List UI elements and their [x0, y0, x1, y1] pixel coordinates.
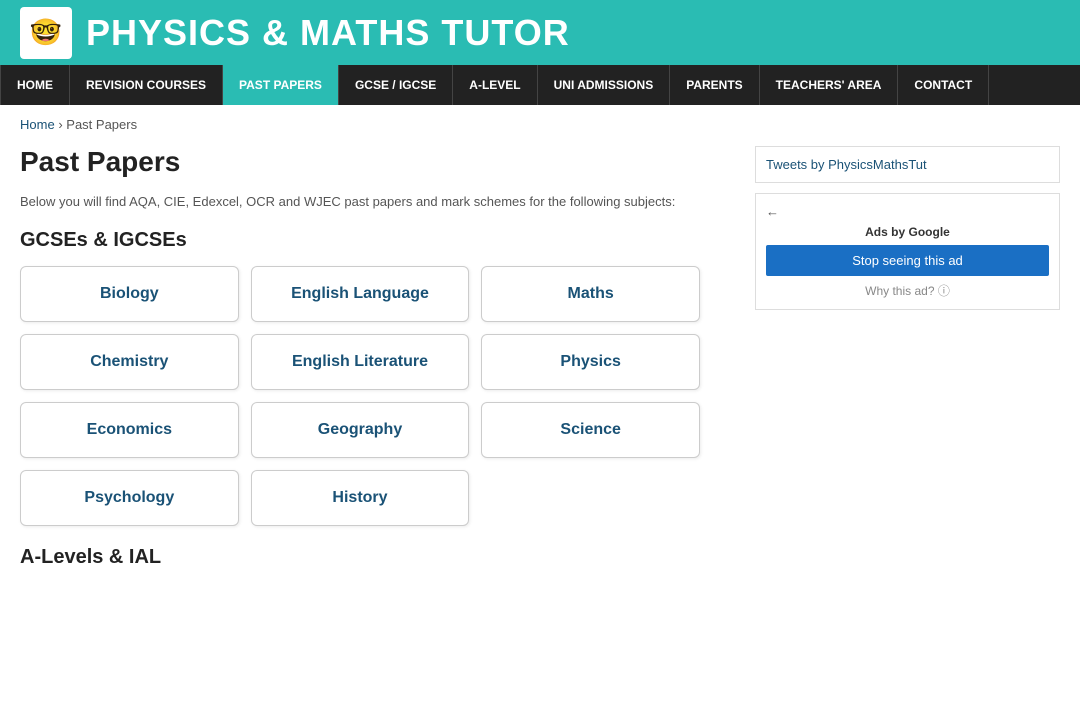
breadcrumb-separator: › [58, 117, 62, 132]
subject-english-language[interactable]: English Language [251, 266, 470, 322]
ad-label: Ads by Google [766, 225, 1049, 239]
ad-box: ← Ads by Google Stop seeing this ad Why … [755, 193, 1060, 310]
ad-label-text: Ads by [865, 225, 905, 239]
tweets-label: Tweets by PhysicsMathsTut [766, 157, 927, 172]
ad-why[interactable]: Why this ad? ⓘ [766, 282, 1049, 299]
subject-maths[interactable]: Maths [481, 266, 700, 322]
nav-contact[interactable]: CONTACT [898, 65, 989, 105]
nav-parents[interactable]: PARENTS [670, 65, 759, 105]
nav-teachers-area[interactable]: TEACHERS' AREA [760, 65, 899, 105]
nav-revision-courses[interactable]: REVISION COURSES [70, 65, 223, 105]
subject-history[interactable]: History [251, 470, 470, 526]
logo-emoji: 🤓 [30, 17, 62, 48]
alevels-section-heading: A-Levels & IAL [20, 546, 735, 569]
gcse-subject-grid: Biology English Language Maths Chemistry… [20, 266, 700, 526]
page-description: Below you will find AQA, CIE, Edexcel, O… [20, 194, 735, 209]
content-area: Past Papers Below you will find AQA, CIE… [20, 146, 735, 569]
site-header: 🤓 PHYSICS & MATHS TUTOR [0, 0, 1080, 65]
nav-gcse[interactable]: GCSE / IGCSE [339, 65, 453, 105]
tweets-box: Tweets by PhysicsMathsTut [755, 146, 1060, 183]
ad-stop-button[interactable]: Stop seeing this ad [766, 245, 1049, 276]
subject-physics[interactable]: Physics [481, 334, 700, 390]
breadcrumb: Home › Past Papers [0, 105, 1080, 136]
nav-past-papers[interactable]: PAST PAPERS [223, 65, 339, 105]
nav-uni-admissions[interactable]: UNI ADMISSIONS [538, 65, 671, 105]
subject-chemistry[interactable]: Chemistry [20, 334, 239, 390]
subject-geography[interactable]: Geography [251, 402, 470, 458]
sidebar: Tweets by PhysicsMathsTut ← Ads by Googl… [755, 146, 1060, 569]
nav-a-level[interactable]: A-LEVEL [453, 65, 537, 105]
gcse-section-heading: GCSEs & IGCSEs [20, 229, 735, 252]
main-layout: Past Papers Below you will find AQA, CIE… [0, 136, 1080, 589]
logo-icon: 🤓 [20, 7, 72, 59]
site-title: PHYSICS & MATHS TUTOR [86, 12, 570, 54]
page-title: Past Papers [20, 146, 735, 178]
nav-home[interactable]: HOME [0, 65, 70, 105]
subject-biology[interactable]: Biology [20, 266, 239, 322]
ad-back-arrow[interactable]: ← [766, 204, 1049, 219]
subject-english-literature[interactable]: English Literature [251, 334, 470, 390]
breadcrumb-home[interactable]: Home [20, 117, 55, 132]
subject-economics[interactable]: Economics [20, 402, 239, 458]
subject-science[interactable]: Science [481, 402, 700, 458]
main-nav: HOME REVISION COURSES PAST PAPERS GCSE /… [0, 65, 1080, 105]
breadcrumb-current: Past Papers [66, 117, 137, 132]
subject-psychology[interactable]: Psychology [20, 470, 239, 526]
ad-brand: Google [909, 225, 950, 239]
